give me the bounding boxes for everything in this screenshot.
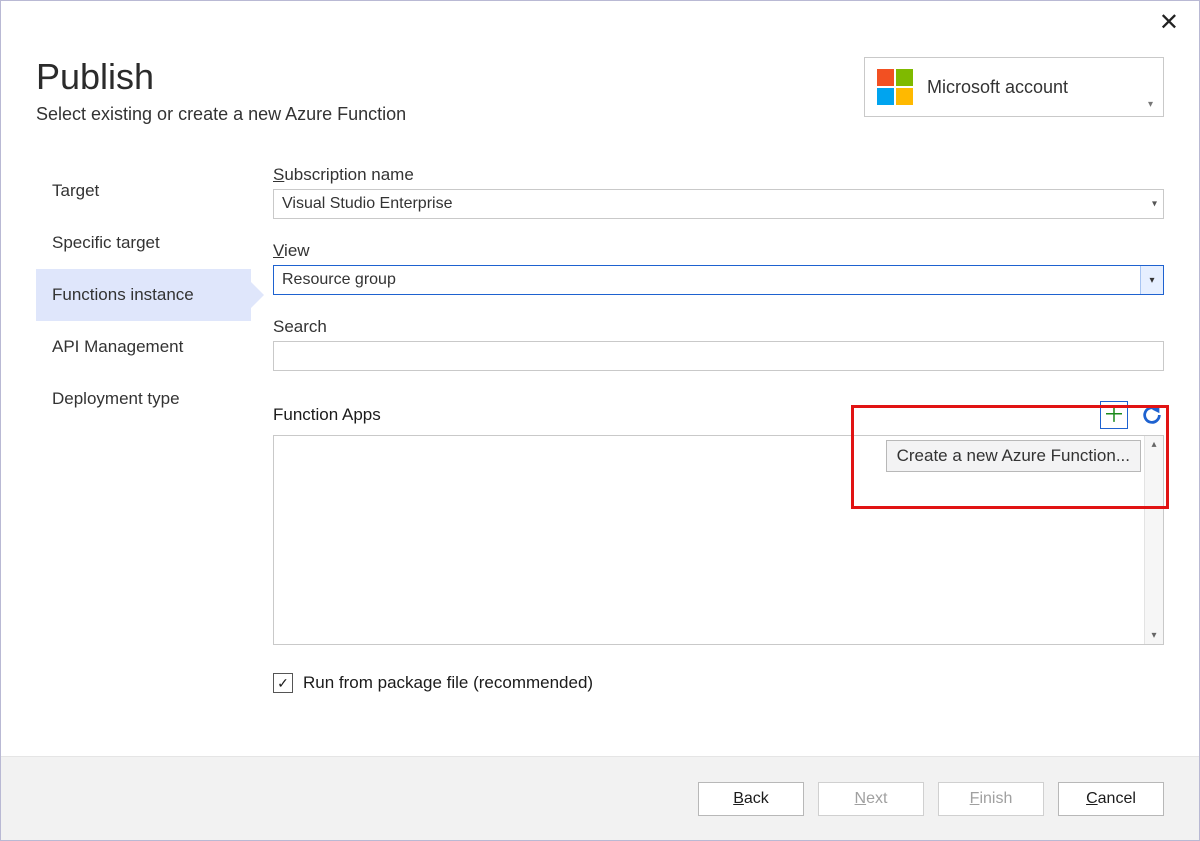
run-from-package-checkbox[interactable]: ✓ Run from package file (recommended) — [273, 673, 1164, 693]
sidebar-item-target[interactable]: Target — [36, 165, 251, 217]
refresh-button[interactable] — [1140, 403, 1164, 427]
sidebar-item-deployment-type[interactable]: Deployment type — [36, 373, 251, 425]
sidebar-item-label: Target — [52, 181, 99, 201]
wizard-sidebar: Target Specific target Functions instanc… — [36, 165, 251, 710]
sidebar-item-api-management[interactable]: API Management — [36, 321, 251, 373]
sidebar-item-specific-target[interactable]: Specific target — [36, 217, 251, 269]
account-selector[interactable]: Microsoft account ▾ — [864, 57, 1164, 117]
sidebar-item-label: Deployment type — [52, 389, 180, 409]
scroll-up-icon: ▴ — [1151, 436, 1156, 453]
sidebar-item-label: Specific target — [52, 233, 160, 253]
sidebar-item-functions-instance[interactable]: Functions instance — [36, 269, 251, 321]
refresh-icon — [1141, 404, 1163, 426]
subscription-value: Visual Studio Enterprise — [282, 195, 452, 213]
view-select[interactable]: Resource group ▾ — [273, 265, 1164, 295]
function-apps-label: Function Apps — [273, 405, 381, 425]
scrollbar[interactable]: ▴ ▾ — [1144, 436, 1163, 644]
publish-dialog: ✕ Microsoft account ▾ Publish Select exi… — [0, 0, 1200, 841]
next-button[interactable]: Next — [818, 782, 924, 816]
dialog-footer: Back Next Finish Cancel — [1, 756, 1199, 840]
checkbox-label: Run from package file (recommended) — [303, 673, 593, 693]
view-label: View — [273, 241, 1164, 261]
plus-icon: ＋ — [1103, 404, 1125, 426]
checkbox-icon: ✓ — [273, 673, 293, 693]
create-new-button[interactable]: ＋ — [1100, 401, 1128, 429]
create-new-tooltip: Create a new Azure Function... — [886, 440, 1141, 472]
finish-button[interactable]: Finish — [938, 782, 1044, 816]
chevron-down-icon: ▾ — [1140, 266, 1163, 294]
form-panel: Subscription name Visual Studio Enterpri… — [251, 165, 1164, 710]
view-value: Resource group — [282, 271, 396, 289]
search-input[interactable] — [273, 341, 1164, 371]
cancel-button[interactable]: Cancel — [1058, 782, 1164, 816]
scroll-down-icon: ▾ — [1151, 627, 1156, 644]
account-label: Microsoft account — [927, 77, 1143, 98]
microsoft-logo-icon — [877, 69, 913, 105]
subscription-select[interactable]: Visual Studio Enterprise ▾ — [273, 189, 1164, 219]
chevron-down-icon: ▾ — [1148, 99, 1153, 110]
sidebar-item-label: Functions instance — [52, 285, 194, 305]
back-button[interactable]: Back — [698, 782, 804, 816]
chevron-down-icon: ▾ — [1152, 199, 1157, 210]
search-label: Search — [273, 317, 1164, 337]
function-apps-list[interactable]: Create a new Azure Function... ▴ ▾ — [273, 435, 1164, 645]
close-icon[interactable]: ✕ — [1159, 11, 1179, 35]
sidebar-item-label: API Management — [52, 337, 183, 357]
subscription-label: Subscription name — [273, 165, 1164, 185]
